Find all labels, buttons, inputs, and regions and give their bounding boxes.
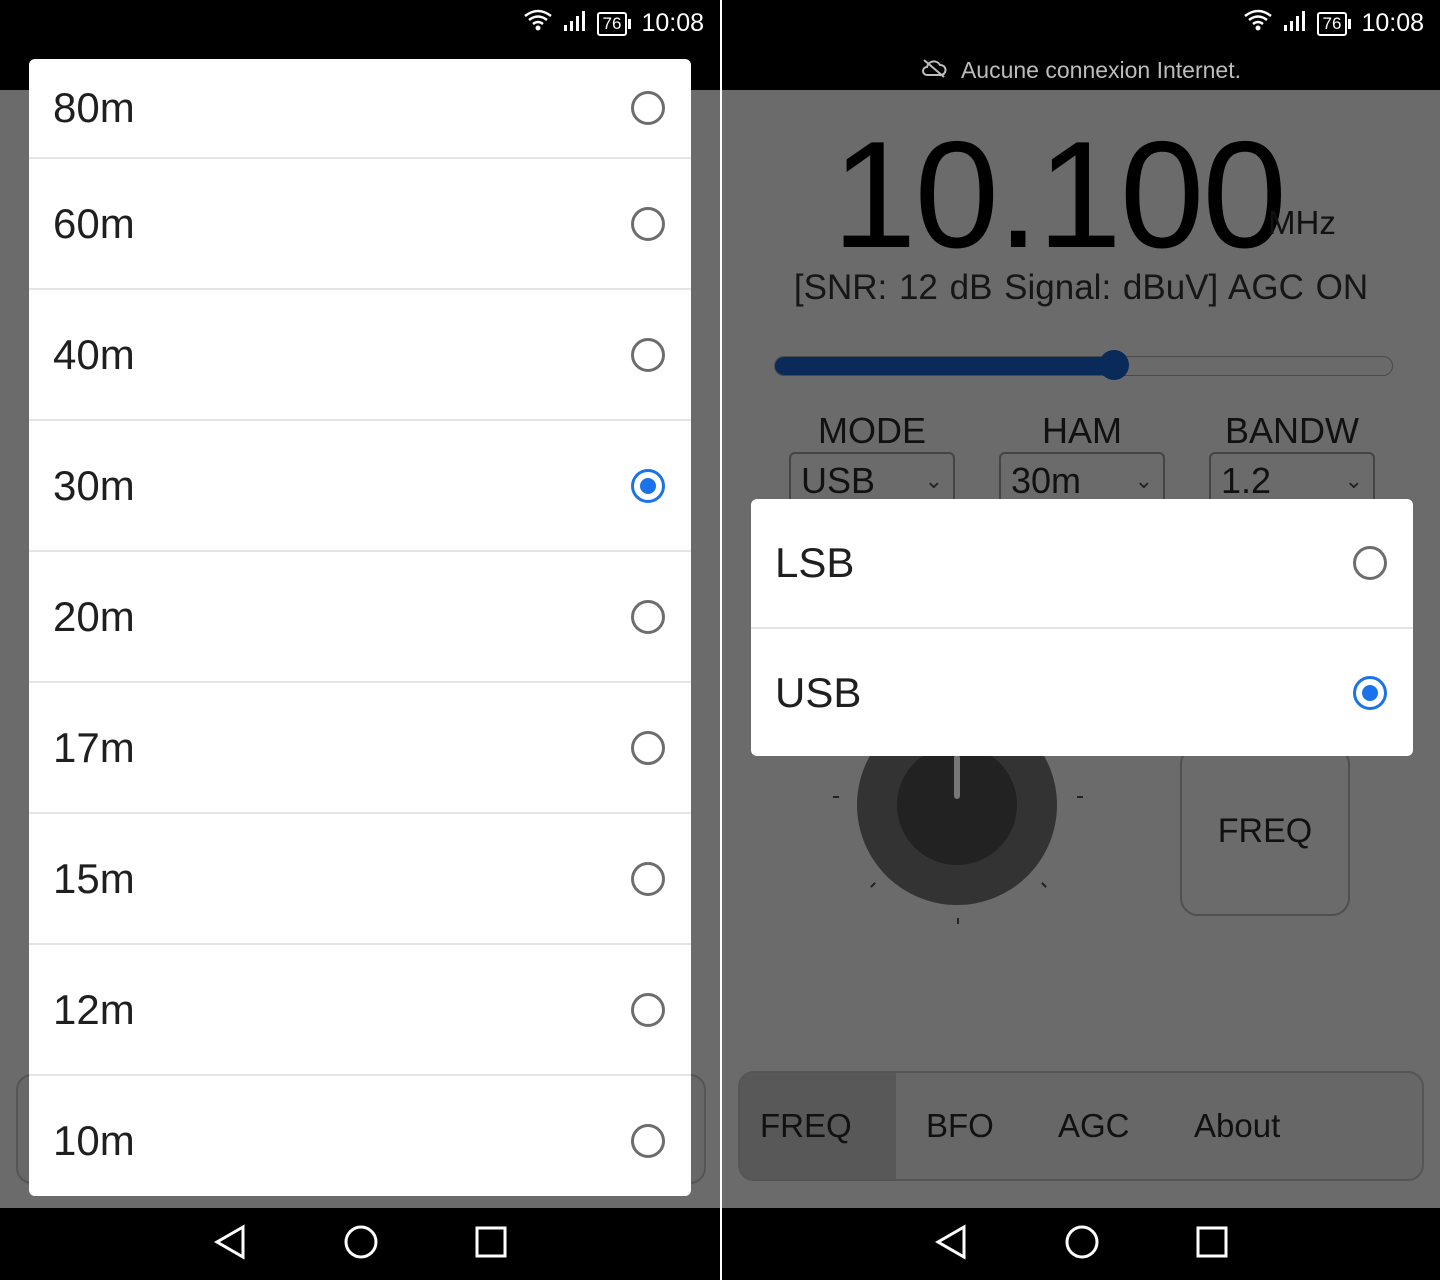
signal-status: [SNR: 12 dB Signal: dBuV] AGC ON [793,268,1369,307]
ham-select-value: 30m [1011,460,1082,501]
radio-unselected-icon[interactable] [631,206,665,241]
wifi-icon [1243,8,1273,39]
clock: 10:08 [1361,9,1424,37]
right-screen: 76 10:08 Aucune connexion Internet. 10.1… [722,0,1440,1280]
status-bar: 76 10:08 [722,0,1440,50]
volume-slider[interactable] [774,350,1393,380]
recents-icon[interactable] [475,1226,507,1263]
band-option[interactable]: 10m [29,1076,691,1196]
knob-tick [870,882,876,888]
radio-selected-icon[interactable] [631,468,665,503]
frequency-unit: MHz [1268,204,1336,241]
band-option-label: 60m [53,199,135,247]
clock: 10:08 [641,9,704,37]
tab-bar: FREQ BFO AGC About [738,1071,1424,1181]
tab-agc[interactable]: AGC [1058,1073,1130,1179]
recents-icon[interactable] [1196,1226,1228,1263]
band-option-label: 40m [53,330,135,378]
chevron-down-icon: ⌄ [924,468,943,493]
navigation-bar [722,1208,1440,1280]
band-option[interactable]: 40m [29,290,691,421]
back-icon[interactable] [934,1223,968,1265]
band-option-label: 30m [53,461,135,509]
signal-icon [563,9,587,38]
band-option[interactable]: 20m [29,552,691,683]
mode-option-label: USB [775,669,862,716]
wifi-icon [523,8,553,39]
tab-bfo[interactable]: BFO [926,1073,994,1179]
radio-selected-icon[interactable] [1353,676,1387,710]
band-option[interactable]: 17m [29,683,691,814]
tab-freq[interactable]: FREQ [740,1073,896,1179]
radio-unselected-icon[interactable] [631,992,665,1027]
back-icon[interactable] [213,1223,247,1265]
band-option-label: 17m [53,723,135,771]
bandwidth-label: BANDW [1225,410,1359,451]
navigation-bar [0,1208,720,1280]
mode-option-label: LSB [775,539,855,586]
band-option-label: 15m [53,854,135,902]
band-option-label: 10m [53,1116,135,1164]
knob-tick [1077,796,1083,798]
slider-thumb[interactable] [1099,350,1130,380]
slider-fill [775,357,1115,375]
band-option[interactable]: 80m [29,59,691,159]
bandwidth-select-value: 1.2 [1221,460,1272,501]
ham-label: HAM [1042,410,1122,451]
radio-unselected-icon[interactable] [631,337,665,372]
band-option[interactable]: 12m [29,945,691,1076]
offline-banner: Aucune connexion Internet. [722,52,1440,88]
radio-unselected-icon[interactable] [631,91,665,125]
status-bar: 76 10:08 [0,0,720,50]
knob-tick [833,796,839,798]
radio-unselected-icon[interactable] [631,599,665,634]
radio-unselected-icon[interactable] [631,1123,665,1158]
band-option[interactable]: 60m [29,159,691,290]
mode-select-value: USB [801,460,876,501]
mode-picker-dialog: LSB USB [751,499,1413,756]
home-icon[interactable] [1064,1224,1100,1265]
mode-option[interactable]: USB [751,629,1413,756]
knob-tick [957,918,959,924]
radio-unselected-icon[interactable] [631,730,665,765]
mode-label: MODE [818,410,926,451]
freq-button[interactable]: FREQ [1180,746,1350,916]
knob-indicator [954,755,960,799]
battery-icon: 76 [1316,11,1352,36]
frequency-display: 10.100 [832,110,1287,280]
offline-text: Aucune connexion Internet. [960,56,1242,83]
tab-about[interactable]: About [1194,1073,1280,1179]
left-screen: 76 10:08 80m 60m 40m 30m 20m 17m 15m 12m 10m [0,0,720,1280]
radio-unselected-icon[interactable] [631,861,665,896]
band-option-label: 20m [53,592,135,640]
band-option[interactable]: 15m [29,814,691,945]
chevron-down-icon: ⌄ [1344,468,1363,493]
battery-icon: 76 [596,11,632,36]
band-picker-dialog: 80m 60m 40m 30m 20m 17m 15m 12m 10m [29,59,691,1196]
chevron-down-icon: ⌄ [1134,468,1153,493]
band-option[interactable]: 30m [29,421,691,552]
band-option-label: 80m [53,84,135,131]
cloud-off-icon [921,57,947,84]
mode-option[interactable]: LSB [751,499,1413,629]
band-option-label: 12m [53,985,135,1033]
knob-tick [1041,882,1047,888]
radio-unselected-icon[interactable] [1353,546,1387,580]
home-icon[interactable] [343,1224,379,1265]
signal-icon [1283,9,1307,38]
